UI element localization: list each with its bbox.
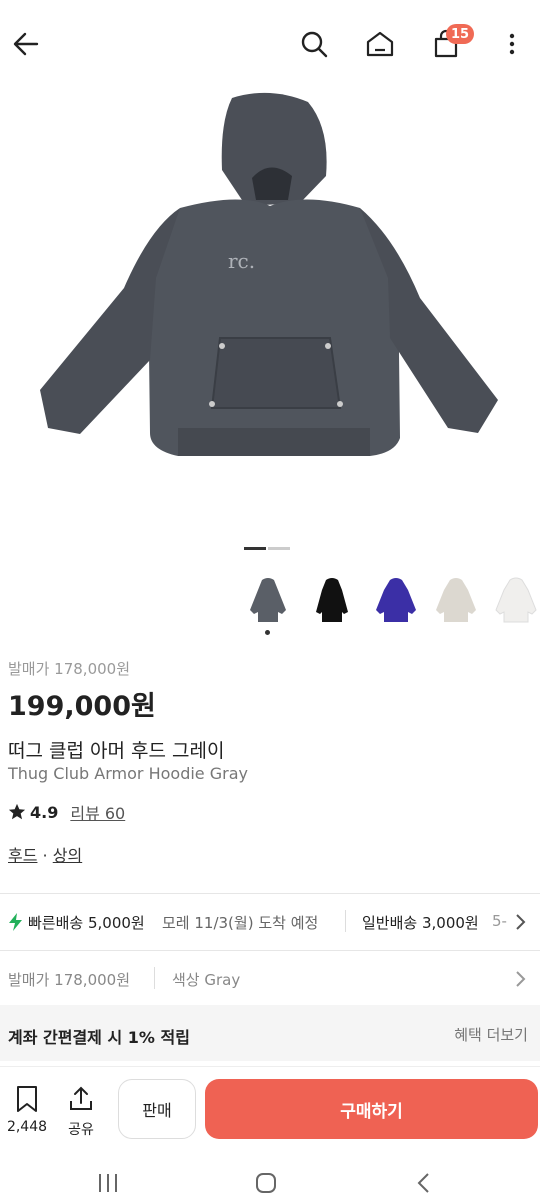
normal-shipping-label: 일반배송 3,000원 (362, 914, 479, 932)
promo-more-link[interactable]: 혜택 더보기 (454, 1024, 528, 1045)
product-name-en: Thug Club Armor Hoodie Gray (8, 764, 248, 783)
search-icon (301, 31, 328, 58)
product-image[interactable]: rc. (0, 88, 540, 536)
promo-text: 계좌 간편결제 시 1% 적립 (8, 1028, 190, 1047)
chevron-right-icon (516, 914, 526, 930)
category-link-hood[interactable]: 후드 (8, 846, 37, 865)
star-icon (8, 803, 26, 820)
cart-count-badge: 15 (446, 24, 474, 44)
top-bar: 15 (0, 0, 540, 88)
home-icon (366, 31, 394, 57)
release-price: 발매가 178,000원 (8, 660, 130, 678)
hoodie-illustration: rc. (40, 92, 498, 456)
share-icon (70, 1086, 92, 1110)
thumbnail-gray-hoodie[interactable] (240, 572, 296, 628)
more-button[interactable] (492, 24, 532, 64)
product-name-ko: 떠그 클럽 아머 후드 그레이 (8, 740, 225, 762)
category-breadcrumb: 후드 · 상의 (8, 842, 82, 866)
home-button[interactable] (360, 24, 400, 64)
arrow-left-icon (13, 32, 39, 56)
thumbnail-white-hoodie[interactable] (488, 572, 540, 628)
info-release-price: 발매가 178,000원 (8, 971, 130, 989)
buy-button[interactable]: 구매하기 (205, 1079, 538, 1139)
share-label: 공유 (68, 1122, 94, 1138)
bookmark-icon (17, 1086, 37, 1112)
normal-shipping-eta: 5- (492, 912, 507, 930)
thumbnail-black-hoodie[interactable] (304, 572, 360, 628)
fast-shipping-eta: 모레 11/3(월) 도착 예정 (162, 914, 319, 932)
system-nav-bar (0, 1160, 540, 1200)
search-button[interactable] (294, 24, 334, 64)
info-color: 색상 Gray (172, 971, 241, 989)
selected-thumbnail-dot (265, 630, 270, 635)
recent-apps-icon[interactable] (96, 1172, 120, 1194)
svg-text:rc.: rc. (228, 249, 255, 273)
category-link-top[interactable]: 상의 (53, 846, 82, 865)
thumbnail-beige-hoodie[interactable] (428, 572, 484, 628)
lightning-icon (9, 913, 22, 931)
wishlist-count: 2,448 (6, 1119, 48, 1135)
thumbnail-purple-hoodie[interactable] (368, 572, 424, 628)
promo-banner[interactable]: 계좌 간편결제 시 1% 적립 혜택 더보기 (0, 1005, 540, 1061)
rating-row: 4.9 리뷰 60 (8, 800, 125, 824)
option-row[interactable]: 발매가 178,000원 색상 Gray (0, 951, 540, 1003)
bottom-action-bar: 2,448 공유 판매 구매하기 (0, 1066, 540, 1153)
category-separator: · (42, 846, 48, 865)
price: 199,000원 (8, 691, 156, 722)
wishlist-button[interactable]: 2,448 (2, 1085, 52, 1135)
review-link[interactable]: 리뷰 60 (70, 800, 125, 824)
rating-value: 4.9 (30, 802, 59, 822)
share-button[interactable]: 공유 (58, 1085, 104, 1139)
home-nav-icon[interactable] (254, 1172, 278, 1194)
back-nav-icon[interactable] (414, 1172, 434, 1194)
sell-button[interactable]: 판매 (118, 1079, 196, 1139)
shipping-row[interactable]: 빠른배송 5,000원 모레 11/3(월) 도착 예정 일반배송 3,000원… (0, 894, 540, 950)
chevron-right-icon (516, 971, 526, 987)
more-vertical-icon (509, 33, 515, 55)
fast-shipping-label: 빠른배송 5,000원 (28, 914, 145, 932)
back-button[interactable] (6, 24, 46, 64)
thumbnail-strip (0, 568, 540, 638)
